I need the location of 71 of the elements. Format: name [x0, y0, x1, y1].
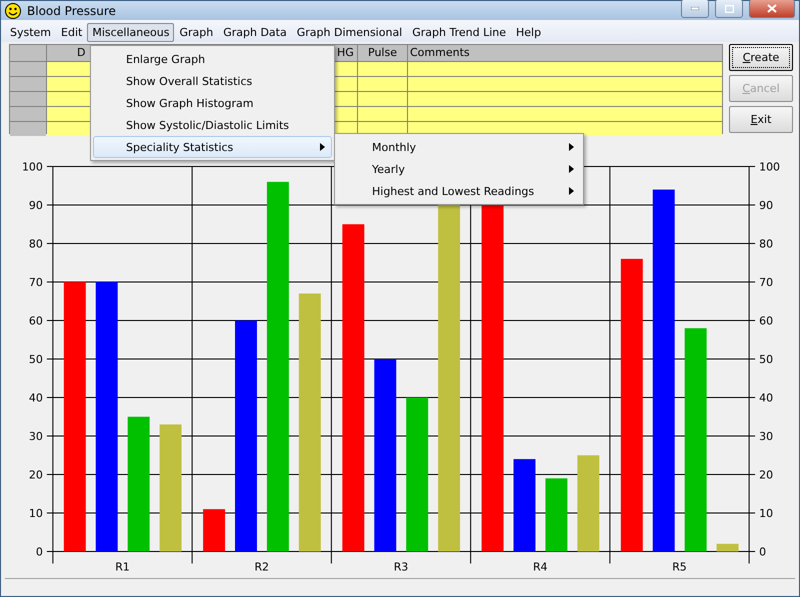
category-label: R3 — [394, 560, 408, 574]
grid-cell[interactable] — [408, 106, 722, 121]
menu-item[interactable]: Graph Dimensional — [292, 22, 408, 42]
menu-item[interactable]: Graph — [174, 22, 218, 42]
axis-tick-label: 20 — [759, 468, 774, 482]
column-header: Comments — [408, 44, 722, 61]
row-header[interactable] — [10, 92, 46, 106]
axis-tick-label: 70 — [28, 276, 43, 289]
axis-tick-label: 20 — [28, 468, 43, 482]
row-header[interactable] — [10, 106, 46, 121]
minimize-button[interactable] — [681, 0, 709, 18]
menu-item[interactable]: Miscellaneous — [87, 22, 174, 42]
axis-tick-label: 90 — [759, 198, 774, 212]
close-icon — [767, 4, 777, 14]
category-label: R2 — [254, 560, 270, 574]
menu-entry[interactable]: Show Systolic/Diastolic Limits — [93, 114, 332, 136]
grid-cell[interactable] — [408, 92, 722, 106]
axis-tick-label: 100 — [759, 160, 780, 174]
grid-cell[interactable] — [358, 76, 407, 91]
menu-item[interactable]: Help — [511, 22, 546, 42]
axis-tick-label: 40 — [28, 391, 43, 404]
minimize-icon — [691, 7, 699, 10]
grid-cell[interactable] — [358, 92, 407, 106]
column-header: Pulse — [358, 44, 407, 61]
axis-tick-label: 100 — [22, 160, 43, 174]
menu-entry[interactable]: Show Graph Histogram — [93, 92, 332, 114]
axis-tick-label: 70 — [759, 276, 774, 289]
window-title: Blood Pressure — [27, 4, 116, 18]
menu-entry[interactable]: Show Overall Statistics — [93, 70, 332, 92]
menu-entry[interactable]: Speciality Statistics — [93, 136, 332, 158]
axis-tick-label: 80 — [759, 237, 774, 250]
row-header[interactable] — [10, 122, 46, 136]
axis-tick-label: 0 — [759, 545, 766, 558]
grid-cell[interactable] — [408, 122, 722, 136]
axis-tick-label: 90 — [28, 198, 43, 212]
menu-item[interactable]: Graph Trend Line — [407, 22, 512, 42]
menu-entry[interactable]: Highest and Lowest Readings — [337, 180, 581, 202]
axis-tick-label: 40 — [759, 391, 774, 404]
grid-cell[interactable] — [408, 62, 722, 76]
axis-tick-label: 30 — [28, 430, 43, 443]
grid-cell[interactable] — [358, 106, 407, 121]
category-label: R1 — [115, 560, 130, 574]
axis-tick-label: 0 — [36, 545, 43, 558]
action-button[interactable]: Create — [729, 44, 793, 71]
menu-item[interactable]: System — [5, 22, 56, 42]
maximize-button[interactable] — [715, 0, 743, 18]
menu-entry[interactable]: Yearly — [337, 158, 581, 180]
axis-tick-label: 60 — [28, 314, 43, 328]
grid-cell[interactable] — [408, 76, 722, 91]
axis-tick-label: 50 — [28, 352, 43, 366]
corner-header — [10, 44, 46, 61]
row-header[interactable] — [10, 76, 46, 91]
menu-item[interactable]: Edit — [56, 22, 88, 42]
axis-tick-label: 10 — [759, 506, 774, 520]
category-label: R5 — [672, 560, 687, 574]
menu-entry[interactable]: Monthly — [337, 136, 581, 158]
close-button[interactable] — [749, 0, 795, 18]
row-header[interactable] — [10, 62, 46, 76]
axis-tick-label: 10 — [28, 506, 43, 520]
axis-tick-label: 30 — [759, 430, 774, 443]
smiley-icon — [5, 2, 21, 19]
axis-tick-label: 60 — [759, 314, 774, 328]
bar — [716, 544, 739, 552]
grid-cell[interactable] — [358, 62, 407, 76]
axis-tick-label: 80 — [28, 237, 43, 250]
axis-tick-label: 50 — [759, 352, 774, 366]
menu-item[interactable]: Graph Data — [218, 22, 292, 42]
bar — [203, 509, 226, 552]
action-button[interactable]: Exit — [729, 106, 793, 133]
category-label: R4 — [532, 560, 548, 574]
maximize-icon — [724, 4, 734, 13]
